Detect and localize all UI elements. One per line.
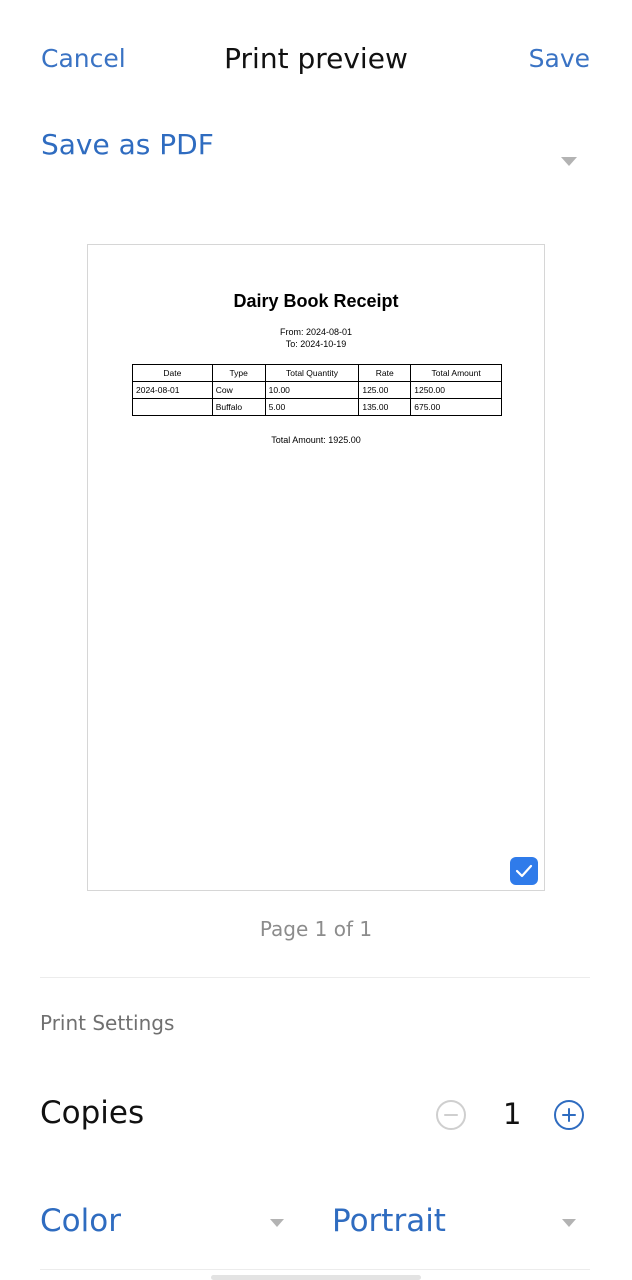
orientation-dropdown-caret-icon[interactable] [562, 1219, 576, 1227]
table-cell: 10.00 [264, 381, 360, 399]
copies-label: Copies [40, 1095, 145, 1131]
table-cell [132, 398, 213, 416]
home-indicator[interactable] [211, 1275, 421, 1280]
color-dropdown-caret-icon[interactable] [270, 1219, 284, 1227]
plus-circle-icon [554, 1100, 584, 1130]
page-preview[interactable]: Dairy Book Receipt From: 2024-08-01 To: … [87, 244, 545, 891]
divider [40, 1269, 590, 1270]
column-header: Total Quantity [264, 364, 360, 382]
table-row: Buffalo 5.00 135.00 675.00 [132, 398, 502, 416]
divider [40, 977, 590, 978]
checkmark-icon [515, 864, 533, 878]
column-header: Rate [358, 364, 412, 382]
copies-value: 1 [503, 1097, 522, 1131]
table-cell: 135.00 [358, 398, 412, 416]
table-cell: 1250.00 [410, 381, 502, 399]
table-cell: 2024-08-01 [132, 381, 213, 399]
color-mode-selector[interactable]: Color [40, 1203, 121, 1239]
table-cell: 675.00 [410, 398, 502, 416]
page-select-checkbox[interactable] [510, 857, 538, 885]
table-row: 2024-08-01 Cow 10.00 125.00 1250.00 [132, 381, 502, 399]
printer-dropdown-caret-icon[interactable] [561, 157, 577, 166]
receipt-title: Dairy Book Receipt [233, 291, 399, 311]
table-cell: 125.00 [358, 381, 412, 399]
printer-selector[interactable]: Save as PDF [41, 128, 214, 161]
print-preview-screen: Cancel Print preview Save Save as PDF Da… [0, 0, 632, 1280]
page-indicator: Page 1 of 1 [259, 917, 373, 941]
minus-circle-icon [436, 1100, 466, 1130]
receipt-to-date: To: 2024-10-19 [285, 339, 347, 349]
receipt-from-date: From: 2024-08-01 [279, 327, 353, 337]
increment-copies-button[interactable] [553, 1099, 585, 1135]
table-cell: Buffalo [211, 398, 266, 416]
table-cell: 5.00 [264, 398, 360, 416]
table-header-row: Date Type Total Quantity Rate Total Amou… [132, 364, 502, 382]
column-header: Type [211, 364, 266, 382]
receipt-table: Date Type Total Quantity Rate Total Amou… [132, 364, 502, 416]
table-cell: Cow [211, 381, 266, 399]
print-settings-header: Print Settings [40, 1011, 175, 1035]
column-header: Date [132, 364, 213, 382]
decrement-copies-button[interactable] [435, 1099, 467, 1135]
column-header: Total Amount [410, 364, 502, 382]
save-button[interactable]: Save [529, 44, 590, 73]
receipt-total: Total Amount: 1925.00 [271, 435, 361, 445]
orientation-selector[interactable]: Portrait [332, 1203, 446, 1239]
